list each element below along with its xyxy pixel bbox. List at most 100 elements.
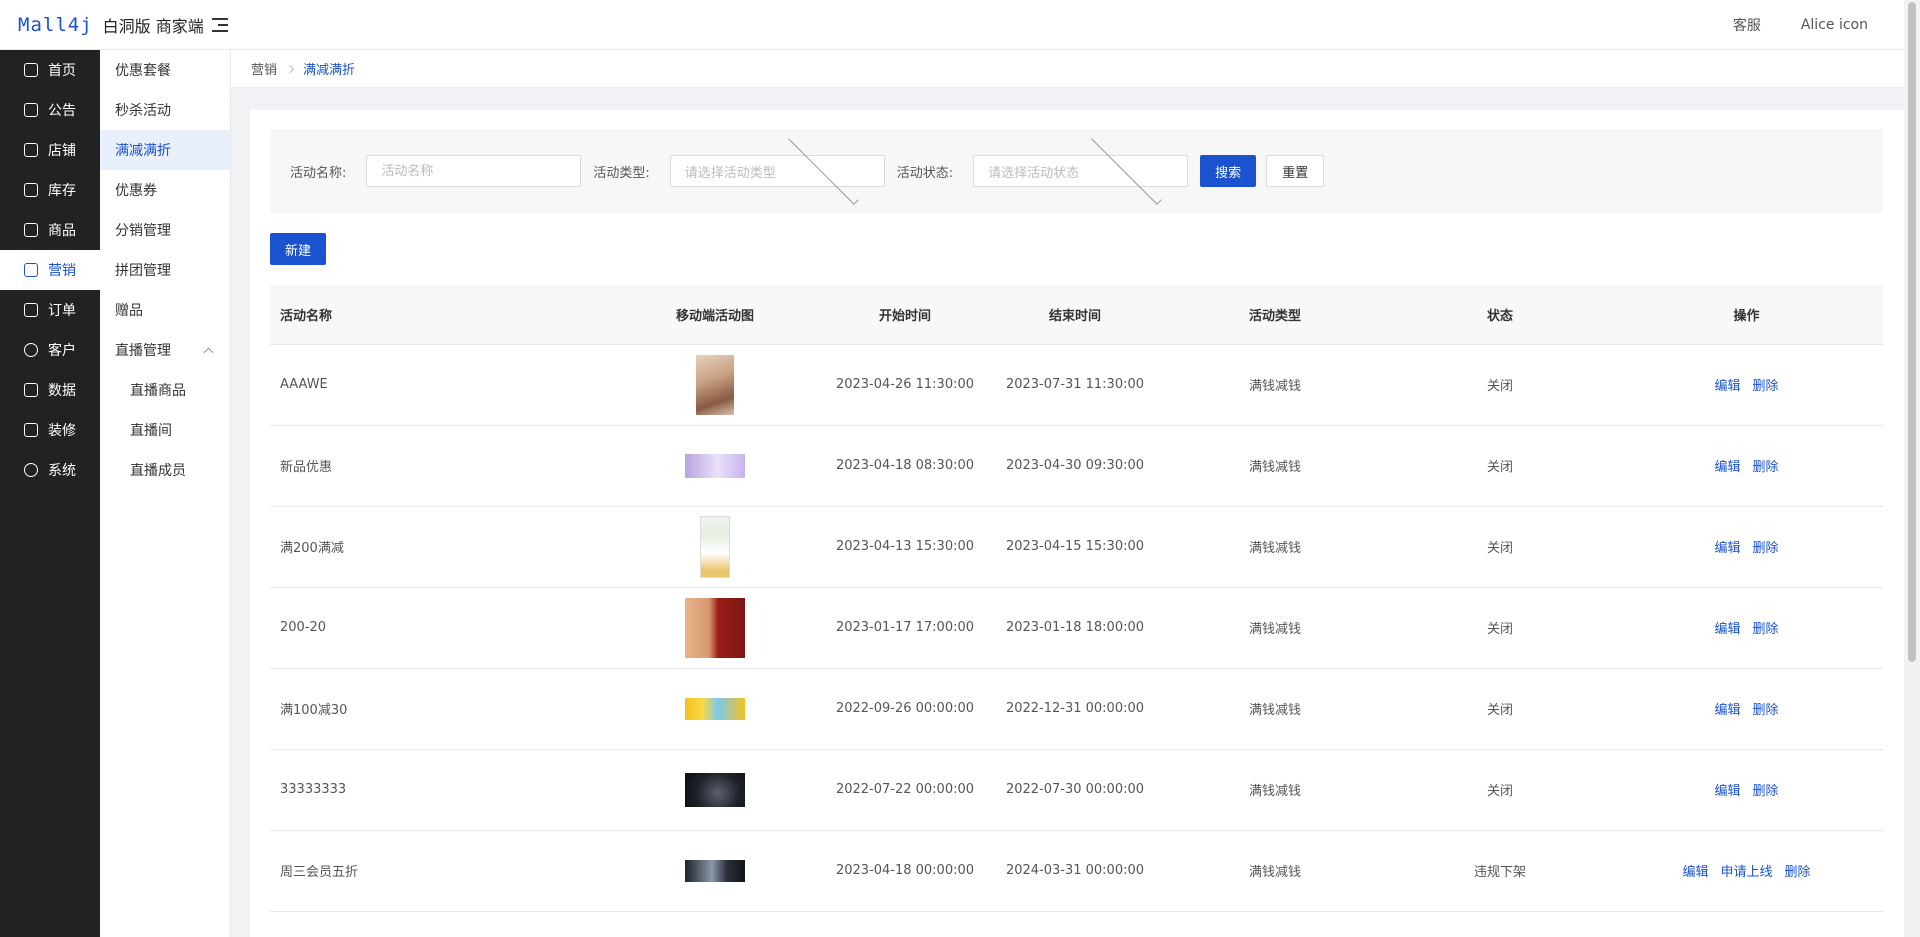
sidebar-item-notice[interactable]: 公告 [0,90,100,130]
cell-type: 满钱减钱 [1160,425,1390,507]
edit-link[interactable]: 编辑 [1714,622,1740,637]
cell-name: 新品优惠 [270,425,610,507]
submenu-item-flash-sale[interactable]: 秒杀活动 [100,90,230,130]
sidebar-item-order[interactable]: 订单 [0,290,100,330]
submenu-item-gift[interactable]: 赠品 [100,290,230,330]
activity-image[interactable] [685,597,745,658]
cell-start: 2023-04-26 11:30:00 [820,344,990,426]
sidebar-item-customer[interactable]: 客户 [0,330,100,370]
order-icon [24,303,38,317]
breadcrumb: 营销 满减满折 [231,50,1904,88]
cell-ops: 编辑 删除 [1610,344,1883,426]
submenu-item-distribution[interactable]: 分销管理 [100,210,230,250]
delete-link[interactable]: 删除 [1785,865,1811,880]
cell-start: 2022-07-22 00:00:00 [820,749,990,831]
submenu-item-discount[interactable]: 满减满折 [100,130,230,170]
gift-icon [24,263,38,277]
cell-image [610,668,820,750]
logo[interactable]: Mall4j 白洞版 商家端 [0,13,210,37]
cell-end: 2023-04-30 09:30:00 [990,425,1160,507]
breadcrumb-parent[interactable]: 营销 [251,59,277,78]
table-row: 新品优惠 2023-04-18 08:30:00 2023-04-30 09:3… [270,425,1883,507]
table-header-row: 活动名称 移动端活动图 开始时间 结束时间 活动类型 状态 操作 [270,285,1883,345]
cell-status: 关闭 [1390,749,1610,831]
table-row: 周三会员五折 2023-04-18 00:00:00 2024-03-31 00… [270,830,1883,912]
sidebar-item-product[interactable]: 商品 [0,210,100,250]
col-activity-type: 活动类型 [1160,285,1390,345]
edit-link[interactable]: 编辑 [1714,541,1740,556]
sidebar-item-shop[interactable]: 店铺 [0,130,100,170]
sidebar-item-data[interactable]: 数据 [0,370,100,410]
cell-end: 2022-07-30 00:00:00 [990,749,1160,831]
delete-link[interactable]: 删除 [1753,541,1779,556]
cell-type: 满钱减钱 [1160,506,1390,588]
submenu-item-live-products[interactable]: 直播商品 [100,370,230,410]
activity-image[interactable] [685,697,745,720]
activity-image[interactable] [685,859,745,882]
activity-image[interactable] [700,515,730,578]
delete-link[interactable]: 删除 [1753,622,1779,637]
sidebar-item-decorate[interactable]: 装修 [0,410,100,450]
table-row: 满200满减 2023-04-13 15:30:00 2023-04-15 15… [270,506,1883,588]
home-icon [24,63,38,77]
sidebar-item-marketing[interactable]: 营销 [0,250,100,290]
search-form: 活动名称: 活动类型: 请选择活动类型 活动状态: 请选择活动状态 搜索 重置 [270,129,1883,213]
reset-button[interactable]: 重置 [1266,155,1325,187]
chevron-right-icon [285,64,295,73]
activity-image[interactable] [685,453,745,478]
sidebar-item-label: 公告 [48,103,76,119]
edit-link[interactable]: 编辑 [1714,379,1740,394]
cell-status: 关闭 [1390,668,1610,750]
scrollbar-thumb[interactable] [1908,2,1916,662]
logo-mark: Mall4j [18,13,93,36]
activity-name-input[interactable] [366,155,582,187]
submenu-item-group-buy[interactable]: 拼团管理 [100,250,230,290]
submenu-item-live-members[interactable]: 直播成员 [100,450,230,490]
col-activity-name: 活动名称 [270,285,610,345]
sidebar-item-inventory[interactable]: 库存 [0,170,100,210]
topbar-right: 客服 Alice icon [1733,15,1904,35]
new-activity-button[interactable]: 新建 [270,233,327,265]
activity-image[interactable] [696,354,734,415]
col-operations: 操作 [1610,285,1883,345]
main-sidebar: 首页 公告 店铺 库存 商品 营销 订单 客户 数据 装修 系统 [0,50,100,937]
col-start-time: 开始时间 [820,285,990,345]
cell-end: 2022-12-31 00:00:00 [990,668,1160,750]
submenu-item-live[interactable]: 直播管理 [100,330,230,370]
submenu-item-package[interactable]: 优惠套餐 [100,50,230,90]
cell-status: 关闭 [1390,344,1610,426]
col-mobile-image: 移动端活动图 [610,285,820,345]
chevron-down-icon [787,133,859,205]
submenu-item-coupon[interactable]: 优惠券 [100,170,230,210]
edit-link[interactable]: 编辑 [1714,784,1740,799]
sidebar-item-system[interactable]: 系统 [0,450,100,490]
edit-link[interactable]: 编辑 [1714,460,1740,475]
page-scrollbar[interactable] [1904,0,1920,937]
delete-link[interactable]: 删除 [1753,784,1779,799]
delete-link[interactable]: 删除 [1753,379,1779,394]
activity-name-label: 活动名称: [290,165,347,181]
activity-image[interactable] [685,772,745,807]
menu-collapse-icon[interactable] [212,14,234,36]
cell-status: 关闭 [1390,587,1610,669]
activity-type-select[interactable]: 请选择活动类型 [669,133,885,205]
settings-icon [24,463,38,477]
sidebar-item-label: 系统 [48,463,76,479]
edit-link[interactable]: 编辑 [1682,865,1708,880]
sidebar-item-home[interactable]: 首页 [0,50,100,90]
delete-link[interactable]: 删除 [1753,460,1779,475]
table-row: AAAWE 2023-04-26 11:30:00 2023-07-31 11:… [270,344,1883,426]
activity-status-select[interactable]: 请选择活动状态 [973,133,1189,205]
activity-status-label: 活动状态: [896,165,954,181]
search-button[interactable]: 搜索 [1200,155,1257,187]
shop-icon [24,143,38,157]
sidebar-item-label: 首页 [48,63,76,79]
cell-type: 满钱减钱 [1160,668,1390,750]
user-menu[interactable]: Alice icon [1801,17,1868,33]
delete-link[interactable]: 删除 [1753,703,1779,718]
cell-start: 2023-04-18 08:30:00 [820,425,990,507]
customer-service-link[interactable]: 客服 [1733,15,1761,35]
edit-link[interactable]: 编辑 [1714,703,1740,718]
apply-online-link[interactable]: 申请上线 [1720,865,1772,880]
submenu-item-live-room[interactable]: 直播间 [100,410,230,450]
